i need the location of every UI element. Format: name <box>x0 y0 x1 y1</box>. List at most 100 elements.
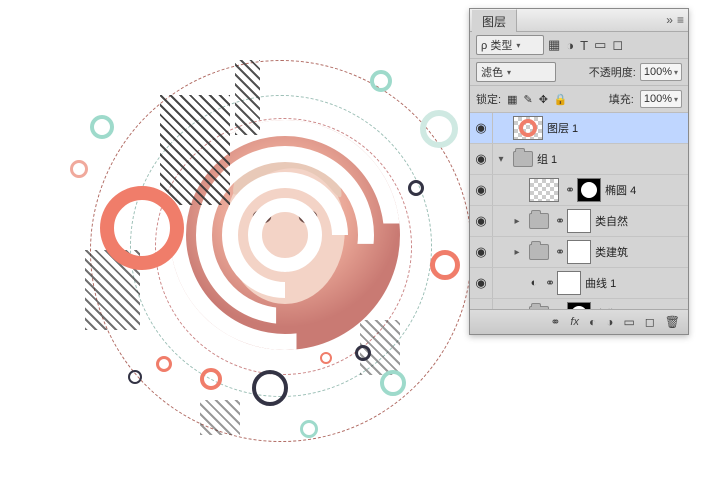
panel-menu-icon[interactable]: ≡ <box>677 13 684 27</box>
chevron-down-icon: ▾ <box>674 95 678 104</box>
mask-thumb <box>567 302 591 309</box>
chevron-down-icon: ▾ <box>516 41 520 50</box>
lock-pixels-icon[interactable]: ✎ <box>523 93 532 106</box>
link-icon: ⚭ <box>553 214 567 228</box>
fill-label: 填充: <box>609 91 634 107</box>
opacity-label: 不透明度: <box>589 64 636 80</box>
mint-ring <box>90 115 114 139</box>
expand-toggle[interactable]: ▸ <box>509 216 525 227</box>
folder-icon <box>513 151 533 167</box>
filter-pixel-icon[interactable]: ▦ <box>548 37 560 53</box>
expand-toggle[interactable]: ▸ <box>509 309 525 310</box>
mint-ring <box>380 370 406 396</box>
expand-toggle[interactable]: ▸ <box>509 247 525 258</box>
dark-ring <box>128 370 142 384</box>
layer-name: 图层 1 <box>547 120 578 136</box>
dark-ring <box>408 180 424 196</box>
artwork-canvas <box>0 0 470 504</box>
delete-layer-icon[interactable]: 🗑 <box>665 315 680 329</box>
link-icon: ⚭ <box>553 307 567 309</box>
lock-label: 锁定: <box>476 91 501 107</box>
lock-all-icon[interactable]: 🔒 <box>554 93 568 106</box>
panel-tab-layers[interactable]: 图层 <box>472 9 517 32</box>
folder-icon <box>529 244 549 260</box>
coral-ring <box>200 368 222 390</box>
mint-ring <box>300 420 318 438</box>
filter-row: ρ 类型 ▾ ▦ ◑ T ▭ ◻ <box>470 32 688 59</box>
filter-type-icon[interactable]: T <box>580 38 588 53</box>
link-icon: ⚭ <box>563 183 577 197</box>
visibility-toggle[interactable]: ◉ <box>470 268 493 298</box>
mint-ring <box>420 110 458 148</box>
fx-icon[interactable]: fx <box>570 316 579 328</box>
new-group-icon[interactable]: ▭ <box>623 315 634 329</box>
mask-thumb <box>567 209 591 233</box>
filter-label: ρ 类型 <box>481 37 512 53</box>
dark-ring <box>355 345 371 361</box>
chevron-down-icon: ▾ <box>507 68 511 77</box>
layer-filter-select[interactable]: ρ 类型 ▾ <box>476 35 544 55</box>
new-layer-icon[interactable]: ◻ <box>645 315 655 329</box>
lock-position-icon[interactable]: ✥ <box>539 93 548 106</box>
adjustment-icon: ◐ <box>525 277 543 289</box>
coral-ring <box>156 356 172 372</box>
fill-value: 100% <box>644 93 672 105</box>
mask-thumb <box>577 178 601 202</box>
blend-value: 滤色 <box>481 64 503 80</box>
panel-header: 图层 » ≡ <box>470 9 688 32</box>
link-layers-icon[interactable]: ⚭ <box>550 315 560 329</box>
visibility-toggle[interactable]: ◉ <box>470 175 493 205</box>
coral-ring <box>430 250 460 280</box>
coral-ring <box>70 160 88 178</box>
link-icon: ⚭ <box>543 276 557 290</box>
mask-thumb <box>557 271 581 295</box>
layer-row[interactable]: ◉ ▸ ⚭ 类自然 <box>470 206 688 237</box>
fill-input[interactable]: 100% ▾ <box>640 90 682 108</box>
filter-icons: ▦ ◑ T ▭ ◻ <box>548 37 623 53</box>
visibility-toggle[interactable]: ◉ <box>470 144 493 174</box>
adjustment-layer-icon[interactable]: ◑ <box>606 315 613 329</box>
chevron-down-icon: ▾ <box>674 68 678 77</box>
visibility-toggle[interactable]: ◉ <box>470 206 493 236</box>
expand-toggle[interactable]: ▾ <box>493 154 509 165</box>
layer-name: 肖像 <box>595 306 617 309</box>
lock-row: 锁定: ▦ ✎ ✥ 🔒 填充: 100% ▾ <box>470 86 688 113</box>
hatch-block <box>200 400 240 435</box>
lock-transparent-icon[interactable]: ▦ <box>507 93 517 106</box>
mask-thumb <box>567 240 591 264</box>
blend-mode-select[interactable]: 滤色 ▾ <box>476 62 556 82</box>
layer-name: 椭圆 4 <box>605 182 636 198</box>
layer-name: 组 1 <box>537 151 557 167</box>
layer-row[interactable]: ◉ ▾ 组 1 <box>470 144 688 175</box>
coral-ring-large <box>100 186 184 270</box>
layers-panel: 图层 » ≡ ρ 类型 ▾ ▦ ◑ T ▭ ◻ 滤色 ▾ <box>469 8 689 335</box>
layer-row[interactable]: ◉ ▸ ⚭ 类建筑 <box>470 237 688 268</box>
blend-row: 滤色 ▾ 不透明度: 100% ▾ <box>470 59 688 86</box>
visibility-toggle[interactable]: ◉ <box>470 237 493 267</box>
folder-icon <box>529 306 549 309</box>
layer-row[interactable]: ◉ 图层 1 <box>470 113 688 144</box>
layer-thumb <box>529 178 559 202</box>
filter-smart-icon[interactable]: ◻ <box>612 37 623 53</box>
visibility-toggle[interactable]: ◉ <box>470 113 493 143</box>
folder-icon <box>529 213 549 229</box>
layer-name: 类建筑 <box>595 244 628 260</box>
layer-row[interactable]: ◉ ⚭ 椭圆 4 <box>470 175 688 206</box>
layer-list: ◉ 图层 1 ◉ ▾ 组 1 ◉ ⚭ 椭圆 4 <box>470 113 688 309</box>
layer-name: 类自然 <box>595 213 628 229</box>
coral-ring <box>320 352 332 364</box>
mint-ring <box>370 70 392 92</box>
panel-collapse-icon[interactable]: » <box>666 13 673 27</box>
add-mask-icon[interactable]: ◐ <box>589 315 596 329</box>
opacity-value: 100% <box>644 66 672 78</box>
hatch-block <box>235 60 260 135</box>
layer-row[interactable]: ◉ ◐ ⚭ 曲线 1 <box>470 268 688 299</box>
filter-adjust-icon[interactable]: ◑ <box>566 38 574 53</box>
link-icon: ⚭ <box>553 245 567 259</box>
dark-ring <box>252 370 288 406</box>
filter-shape-icon[interactable]: ▭ <box>594 37 606 53</box>
visibility-toggle[interactable]: ◉ <box>470 299 493 309</box>
opacity-input[interactable]: 100% ▾ <box>640 63 682 81</box>
layer-thumb <box>513 116 543 140</box>
layer-row[interactable]: ◉ ▸ ⚭ 肖像 <box>470 299 688 309</box>
